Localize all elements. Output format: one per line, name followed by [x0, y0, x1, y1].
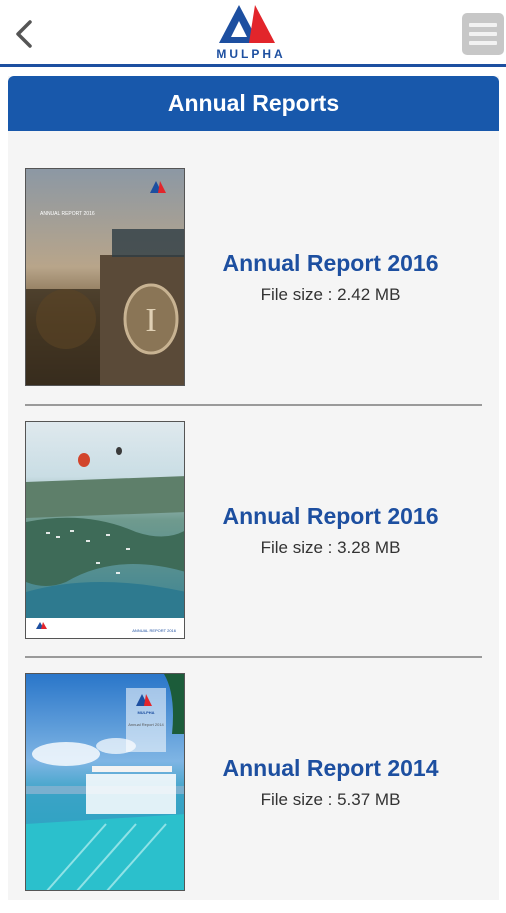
- report-info: Annual Report 2016 File size : 2.42 MB: [198, 168, 463, 386]
- report-item-2[interactable]: ANNUAL REPORT 2016 Annual Report 2016 Fi…: [8, 421, 499, 661]
- report-item-1[interactable]: I ANNUAL REPORT 2016 Annual Report 2016 …: [8, 168, 499, 408]
- mulpha-logo: MULPHA: [209, 3, 293, 63]
- logo-wordmark: MULPHA: [216, 47, 286, 61]
- chevron-left-icon: [16, 20, 32, 48]
- logo-mark-icon: [219, 5, 275, 43]
- cover-caption: Annual Report 2014: [128, 722, 164, 727]
- hamburger-bar: [469, 41, 497, 45]
- report-cover-image[interactable]: I ANNUAL REPORT 2016: [25, 168, 185, 386]
- app-header: MULPHA: [0, 0, 506, 66]
- header-divider: [0, 64, 506, 67]
- page-title: Annual Reports: [167, 90, 340, 116]
- report-file-size: File size : 5.37 MB: [260, 789, 401, 809]
- report-title[interactable]: Annual Report 2016: [223, 250, 439, 277]
- annual-reports-page: Annual Reports I ANNUAL REPORT 2016 Annu…: [8, 76, 499, 900]
- report-cover-image[interactable]: ANNUAL REPORT 2016: [25, 421, 185, 639]
- report-item-3[interactable]: MULPHA Annual Report 2014 Annual Report …: [8, 673, 499, 913]
- back-button[interactable]: [8, 14, 40, 54]
- report-file-size: File size : 2.42 MB: [260, 284, 401, 304]
- report-info: Annual Report 2014 File size : 5.37 MB: [198, 673, 463, 891]
- menu-button[interactable]: [462, 13, 504, 55]
- hamburger-menu-icon: [469, 23, 497, 27]
- hamburger-bar: [469, 32, 497, 36]
- report-cover-image[interactable]: MULPHA Annual Report 2014: [25, 673, 185, 891]
- cover-caption: ANNUAL REPORT 2016: [132, 628, 176, 633]
- report-title[interactable]: Annual Report 2014: [223, 755, 439, 782]
- report-file-size: File size : 3.28 MB: [260, 537, 401, 557]
- page-title-bar: Annual Reports: [8, 76, 499, 131]
- cover-caption: ANNUAL REPORT 2016: [40, 211, 95, 217]
- list-divider: [25, 404, 482, 406]
- svg-text:I: I: [145, 302, 156, 339]
- cover-brand: MULPHA: [137, 710, 154, 715]
- list-divider: [25, 656, 482, 658]
- report-info: Annual Report 2016 File size : 3.28 MB: [198, 421, 463, 639]
- report-title[interactable]: Annual Report 2016: [223, 503, 439, 530]
